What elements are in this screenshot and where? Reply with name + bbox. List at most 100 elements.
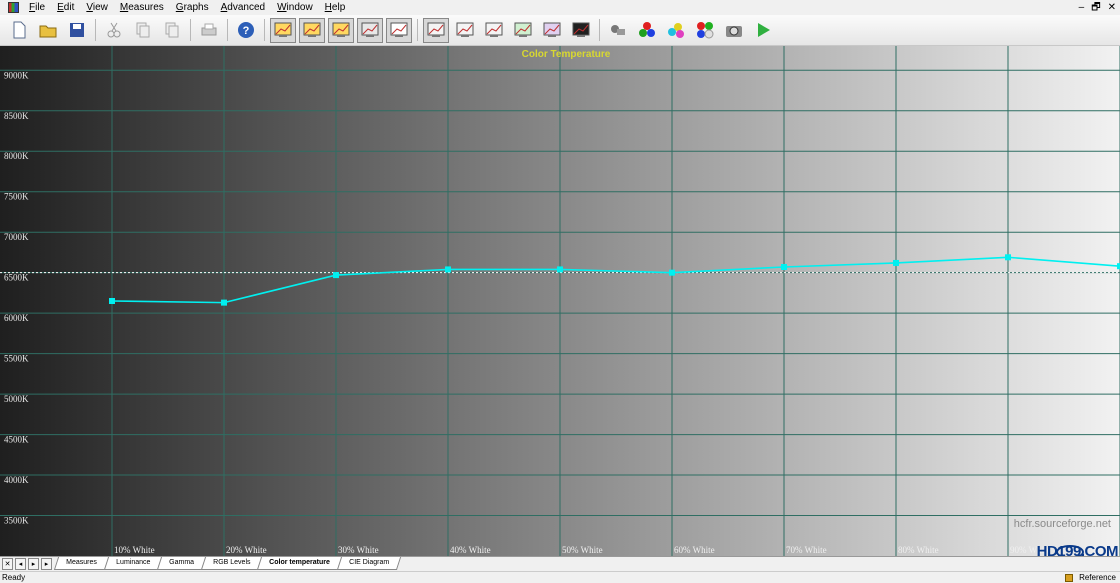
rgb-balls-icon (639, 22, 655, 37)
luminance-graph-button[interactable] (270, 17, 296, 43)
y-tick-label: 3500K (4, 516, 29, 526)
play-button[interactable] (750, 18, 776, 43)
x-tick-label: 30% White (338, 545, 379, 555)
menu-label-rest: iew (92, 2, 108, 13)
menu-view[interactable]: View (80, 0, 114, 15)
menu-accelerator: G (175, 2, 184, 13)
graph-11-icon (572, 22, 590, 37)
color-temp-graph-icon (361, 22, 379, 37)
graph-6-button[interactable] (423, 17, 449, 43)
open-folder-icon (39, 25, 57, 38)
y-tick-label: 8500K (4, 111, 29, 121)
x-tick-label: 10% White (114, 545, 155, 555)
paste-button[interactable] (159, 18, 185, 43)
x-tick-label: 60% White (674, 545, 715, 555)
color-temperature-chart: 3500K 4000K 4500K 5000K 5500K 6000K 6500K 7000K… (0, 46, 1120, 556)
tab-color-temperature[interactable]: Color temperature (257, 557, 343, 570)
rgb-levels-graph-icon (332, 22, 350, 37)
data-point[interactable] (893, 259, 899, 266)
data-point[interactable] (333, 272, 339, 279)
restore-icon[interactable]: 🗗 (1091, 0, 1100, 15)
toolbar-separator (599, 19, 600, 41)
sensor-button[interactable] (605, 18, 631, 43)
camera-button[interactable] (721, 18, 747, 43)
camera-icon (726, 26, 742, 37)
new-file-button[interactable] (6, 18, 32, 43)
tab-label: Color temperature (269, 559, 331, 566)
help-icon: ? (238, 22, 254, 38)
data-point[interactable] (109, 298, 115, 304)
rgb-levels-graph-button[interactable] (328, 17, 354, 43)
menu-edit[interactable]: Edit (51, 0, 80, 15)
gamma-graph-icon (303, 22, 321, 37)
data-point[interactable] (221, 299, 227, 306)
menu-advanced[interactable]: Advanced (215, 0, 271, 15)
save-button[interactable] (64, 18, 90, 43)
menu-label-rest: raphs (183, 2, 209, 13)
tab-prev-button[interactable]: ◂ (15, 558, 26, 570)
app-icon[interactable] (8, 2, 19, 13)
menu-measures[interactable]: Measures (114, 0, 170, 15)
grayscale-button[interactable] (692, 18, 718, 43)
y-tick-label: 5500K (4, 354, 29, 364)
menu-label-rest: dvanced (227, 2, 266, 13)
y-tick-label: 8000K (4, 151, 29, 161)
close-tab-button[interactable]: ✕ (2, 558, 13, 570)
status-text: Ready (2, 573, 26, 582)
menu-help[interactable]: Help (319, 0, 352, 15)
graph-7-button[interactable] (452, 18, 478, 43)
tab-next-button[interactable]: ▸ (28, 558, 39, 570)
menu-graphs[interactable]: Graphs (170, 0, 215, 15)
y-tick-label: 9000K (4, 70, 29, 80)
menu-bar: File Edit View Measures Graphs Advanced Window… (0, 0, 1120, 15)
cie-graph-icon (390, 22, 408, 37)
help-button[interactable]: ? (233, 18, 259, 43)
data-point[interactable] (669, 269, 675, 276)
tab-label: RGB Levels (213, 559, 251, 566)
y-tick-label: 7000K (4, 232, 29, 242)
open-folder-button[interactable] (35, 18, 61, 43)
rgb-balls-button[interactable] (634, 18, 660, 43)
close-icon[interactable]: ✕ (1108, 0, 1116, 15)
tab-bar: ✕ ◂ ▸ ▸ Measures Luminance Gamma RGB Levels… (0, 556, 1120, 571)
x-tick-label: 40% White (450, 545, 491, 555)
tab-rgb-levels[interactable]: RGB Levels (200, 557, 263, 570)
graph-9-button[interactable] (510, 18, 536, 43)
menu-window[interactable]: Window (271, 0, 319, 15)
tab-label: CIE Diagram (349, 559, 390, 566)
tab-gamma[interactable]: Gamma (156, 557, 207, 570)
status-indicator-icon (1065, 574, 1074, 582)
new-file-icon (13, 21, 26, 39)
menu-file[interactable]: File (23, 0, 51, 15)
data-point[interactable] (445, 266, 451, 273)
print-button[interactable] (196, 18, 222, 43)
toolbar-separator (417, 19, 418, 41)
copy-button[interactable] (130, 18, 156, 43)
tab-last-button[interactable]: ▸ (41, 558, 52, 570)
menu-label-rest: elp (331, 2, 346, 13)
toolbar-separator (264, 19, 265, 41)
cie-graph-button[interactable] (386, 17, 412, 43)
menu-accelerator: E (57, 2, 64, 13)
chart-svg: 3500K 4000K 4500K 5000K 5500K 6000K 6500K 7000K… (0, 46, 1120, 556)
gamma-graph-button[interactable] (299, 17, 325, 43)
cut-button[interactable] (101, 18, 127, 43)
graph-11-button[interactable] (568, 18, 594, 43)
tab-label: Luminance (115, 559, 151, 566)
minimize-icon[interactable]: – (1079, 0, 1085, 15)
tab-luminance[interactable]: Luminance (103, 557, 163, 570)
menu-accelerator: M (119, 2, 129, 13)
toolbar-separator (227, 19, 228, 41)
data-point[interactable] (1005, 254, 1011, 261)
color-temp-graph-button[interactable] (357, 17, 383, 43)
color-button[interactable] (663, 18, 689, 43)
tab-cie-diagram[interactable]: CIE Diagram (336, 557, 402, 570)
data-point[interactable] (557, 266, 563, 273)
tab-measures[interactable]: Measures (53, 557, 109, 570)
graph-8-button[interactable] (481, 18, 507, 43)
graph-10-button[interactable] (539, 18, 565, 43)
y-tick-label: 5000K (4, 394, 29, 404)
play-icon (758, 23, 770, 37)
data-point[interactable] (781, 264, 787, 270)
menu-label-rest: ile (35, 2, 46, 13)
